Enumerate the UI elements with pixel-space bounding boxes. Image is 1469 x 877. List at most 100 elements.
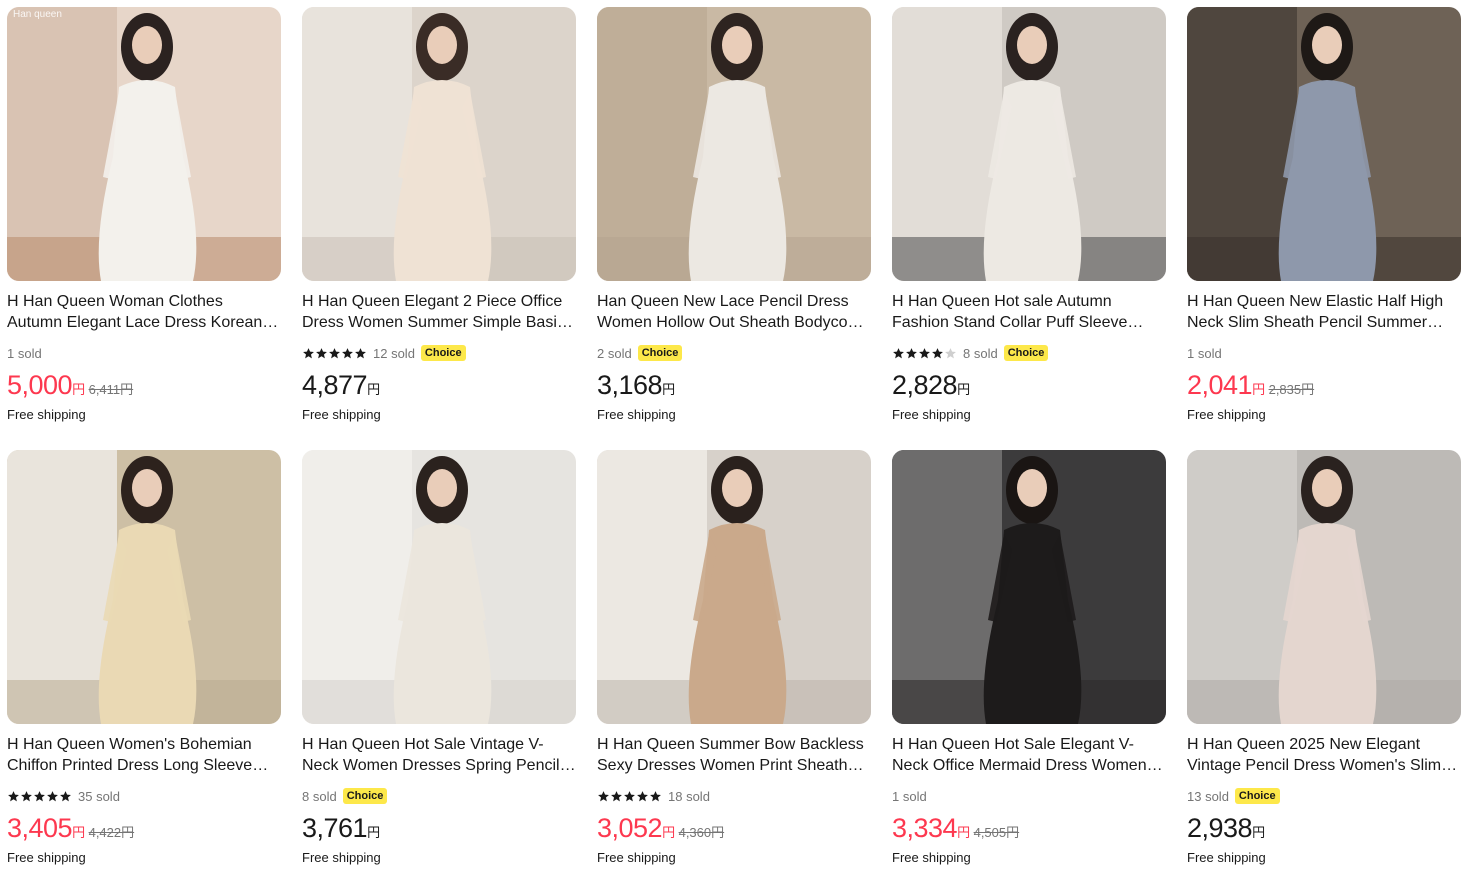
shipping-label: Free shipping xyxy=(597,850,676,865)
product-image[interactable] xyxy=(302,450,576,724)
sold-count: 2 sold xyxy=(597,345,632,361)
price: 3,168円 xyxy=(597,369,675,406)
product-title[interactable]: H Han Queen New Elastic Half High Neck S… xyxy=(1187,291,1461,333)
price-row: 2,041円 2,835円 xyxy=(1187,369,1461,401)
product-title[interactable]: H Han Queen Hot sale Autumn Fashion Stan… xyxy=(892,291,1166,333)
product-image[interactable] xyxy=(302,7,576,281)
price-row: 3,168円 xyxy=(597,369,871,401)
product-meta: 2 sold Choice xyxy=(597,343,871,363)
shipping-label: Free shipping xyxy=(1187,850,1266,865)
sold-count: 1 sold xyxy=(7,345,42,361)
currency-symbol: 円 xyxy=(662,382,675,397)
product-title[interactable]: H Han Queen Hot Sale Vintage V-Neck Wome… xyxy=(302,734,576,776)
choice-badge: Choice xyxy=(342,788,388,804)
product-image[interactable] xyxy=(597,450,871,724)
price-value: 2,828 xyxy=(892,370,958,400)
price-row: 3,761円 xyxy=(302,812,576,844)
product-card[interactable]: Han Queen New Lace Pencil Dress Women Ho… xyxy=(597,7,871,422)
product-card[interactable]: H Han Queen Elegant 2 Piece Office Dress… xyxy=(302,7,576,422)
product-card[interactable]: H Han Queen Hot Sale Vintage V-Neck Wome… xyxy=(302,450,576,865)
product-image[interactable] xyxy=(892,450,1166,724)
product-meta: 8 sold Choice xyxy=(892,343,1166,363)
product-meta: 1 sold xyxy=(1187,343,1461,363)
rating-stars-icon xyxy=(597,790,662,803)
sold-count: 35 sold xyxy=(78,788,120,804)
rating-stars-icon xyxy=(7,790,72,803)
currency-symbol: 円 xyxy=(72,825,85,840)
product-meta: 1 sold xyxy=(7,343,281,363)
product-meta: 12 sold Choice xyxy=(302,343,576,363)
price: 3,334円 xyxy=(892,812,970,849)
price: 3,761円 xyxy=(302,812,380,849)
price: 3,405円 xyxy=(7,812,85,849)
shipping-label: Free shipping xyxy=(7,850,86,865)
product-meta: 13 sold Choice xyxy=(1187,786,1461,806)
product-meta: 18 sold xyxy=(597,786,871,806)
price-row: 3,052円 4,360円 xyxy=(597,812,871,844)
product-title[interactable]: H Han Queen 2025 New Elegant Vintage Pen… xyxy=(1187,734,1461,776)
price-row: 5,000円 6,411円 xyxy=(7,369,281,401)
price-value: 4,877 xyxy=(302,370,368,400)
product-image[interactable] xyxy=(1187,450,1461,724)
price-row: 3,405円 4,422円 xyxy=(7,812,281,844)
sold-count: 1 sold xyxy=(892,788,927,804)
price-value: 3,168 xyxy=(597,370,663,400)
product-card[interactable]: H Han Queen Summer Bow Backless Sexy Dre… xyxy=(597,450,871,865)
price: 4,877円 xyxy=(302,369,380,406)
product-title[interactable]: H Han Queen Summer Bow Backless Sexy Dre… xyxy=(597,734,871,776)
price-value: 3,761 xyxy=(302,813,368,843)
choice-badge: Choice xyxy=(1003,345,1049,361)
sold-count: 18 sold xyxy=(668,788,710,804)
product-image[interactable] xyxy=(597,7,871,281)
product-meta: 1 sold xyxy=(892,786,1166,806)
watermark-text: Han queen xyxy=(13,9,62,20)
product-grid: Han queen H Han Queen Woman Clothes Autum… xyxy=(0,0,1469,877)
product-image[interactable] xyxy=(892,7,1166,281)
original-price: 2,835円 xyxy=(1268,382,1315,397)
sold-count: 13 sold xyxy=(1187,788,1229,804)
product-card[interactable]: Han queen H Han Queen Woman Clothes Autum… xyxy=(7,7,281,422)
price: 3,052円 xyxy=(597,812,675,849)
shipping-label: Free shipping xyxy=(1187,407,1266,422)
price: 5,000円 xyxy=(7,369,85,406)
product-image[interactable] xyxy=(7,450,281,724)
choice-badge: Choice xyxy=(1234,788,1280,804)
sold-count: 12 sold xyxy=(373,345,415,361)
shipping-label: Free shipping xyxy=(302,850,381,865)
price-value: 2,938 xyxy=(1187,813,1253,843)
product-image[interactable] xyxy=(1187,7,1461,281)
original-price: 4,422円 xyxy=(88,825,135,840)
price-value: 3,334 xyxy=(892,813,958,843)
product-card[interactable]: H Han Queen Hot Sale Elegant V-Neck Offi… xyxy=(892,450,1166,865)
product-title[interactable]: H Han Queen Woman Clothes Autumn Elegant… xyxy=(7,291,281,333)
product-card[interactable]: H Han Queen New Elastic Half High Neck S… xyxy=(1187,7,1461,422)
product-card[interactable]: H Han Queen 2025 New Elegant Vintage Pen… xyxy=(1187,450,1461,865)
product-card[interactable]: H Han Queen Women's Bohemian Chiffon Pri… xyxy=(7,450,281,865)
product-title[interactable]: H Han Queen Women's Bohemian Chiffon Pri… xyxy=(7,734,281,776)
original-price: 4,360円 xyxy=(678,825,725,840)
price-row: 2,828円 xyxy=(892,369,1166,401)
price: 2,828円 xyxy=(892,369,970,406)
price-row: 2,938円 xyxy=(1187,812,1461,844)
price-row: 4,877円 xyxy=(302,369,576,401)
sold-count: 1 sold xyxy=(1187,345,1222,361)
product-title[interactable]: H Han Queen Elegant 2 Piece Office Dress… xyxy=(302,291,576,333)
sold-count: 8 sold xyxy=(302,788,337,804)
currency-symbol: 円 xyxy=(957,825,970,840)
product-card[interactable]: H Han Queen Hot sale Autumn Fashion Stan… xyxy=(892,7,1166,422)
currency-symbol: 円 xyxy=(367,382,380,397)
sold-count: 8 sold xyxy=(963,345,998,361)
original-price: 6,411円 xyxy=(88,382,134,397)
rating-stars-icon xyxy=(302,347,367,360)
rating-stars-icon xyxy=(892,347,957,360)
product-title[interactable]: Han Queen New Lace Pencil Dress Women Ho… xyxy=(597,291,871,333)
shipping-label: Free shipping xyxy=(892,407,971,422)
product-meta: 8 sold Choice xyxy=(302,786,576,806)
choice-badge: Choice xyxy=(420,345,466,361)
product-image[interactable]: Han queen xyxy=(7,7,281,281)
product-title[interactable]: H Han Queen Hot Sale Elegant V-Neck Offi… xyxy=(892,734,1166,776)
currency-symbol: 円 xyxy=(957,382,970,397)
shipping-label: Free shipping xyxy=(597,407,676,422)
choice-badge: Choice xyxy=(637,345,683,361)
price-value: 3,052 xyxy=(597,813,663,843)
